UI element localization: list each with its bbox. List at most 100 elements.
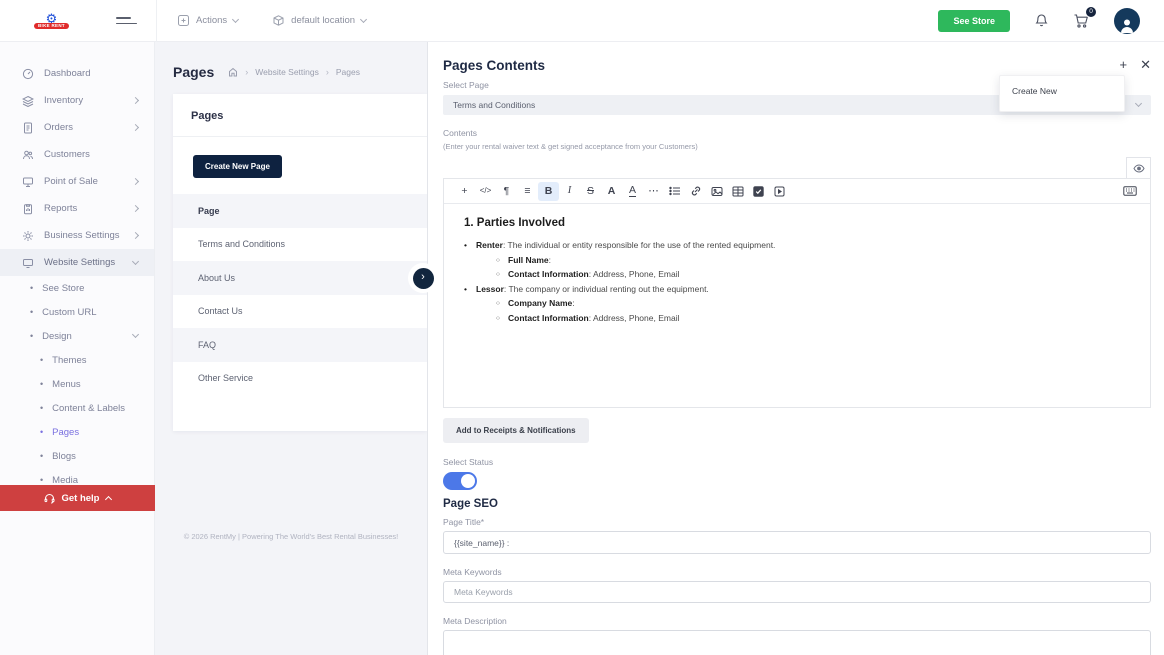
page-title-label: Page Title* bbox=[443, 517, 1151, 527]
chevron-up-icon bbox=[104, 496, 111, 503]
sidebar-item-website-settings[interactable]: Website Settings bbox=[0, 249, 154, 276]
sidebar-item-pages[interactable]: • Pages bbox=[0, 420, 154, 444]
add-to-receipts-button[interactable]: Add to Receipts & Notifications bbox=[443, 418, 589, 443]
align-icon[interactable]: ≡ bbox=[517, 182, 538, 201]
meta-description-label: Meta Description bbox=[443, 616, 1151, 626]
sidebar-item-design[interactable]: • Design bbox=[0, 324, 154, 348]
chevron-right-icon: › bbox=[413, 268, 434, 289]
list-icon[interactable] bbox=[664, 182, 685, 201]
bullet-icon: • bbox=[40, 452, 43, 461]
app-logo[interactable]: ⚙‍ BIKE RENT bbox=[34, 12, 69, 30]
topbar-middle: Actions default location bbox=[157, 14, 366, 27]
home-icon[interactable] bbox=[228, 67, 238, 77]
link-icon[interactable] bbox=[685, 182, 706, 201]
close-icon[interactable]: ✕ bbox=[1140, 58, 1151, 71]
video-embed-icon[interactable] bbox=[769, 182, 790, 201]
image-icon[interactable] bbox=[706, 182, 727, 201]
create-new-popover[interactable]: Create New bbox=[999, 75, 1125, 112]
keyboard-shortcuts-icon[interactable] bbox=[1119, 182, 1140, 201]
toggle-knob bbox=[461, 474, 475, 488]
sidebar-item-orders[interactable]: Orders bbox=[0, 114, 154, 141]
checkbox-icon[interactable] bbox=[748, 182, 769, 201]
headset-icon bbox=[44, 493, 55, 504]
chevron-right-icon bbox=[132, 178, 139, 185]
page-title-input[interactable] bbox=[443, 531, 1151, 554]
sidebar-item-custom-url[interactable]: • Custom URL bbox=[0, 300, 154, 324]
actions-label: Actions bbox=[196, 15, 227, 26]
meta-keywords-input[interactable] bbox=[443, 581, 1151, 603]
user-avatar[interactable] bbox=[1114, 8, 1140, 34]
cart-button[interactable]: 0 bbox=[1073, 13, 1090, 29]
list-item: Full Name: bbox=[496, 253, 1130, 268]
table-row-about-us[interactable]: About Us bbox=[173, 261, 427, 295]
topbar-right: See Store 0 bbox=[938, 8, 1164, 34]
sidebar-item-themes[interactable]: • Themes bbox=[0, 348, 154, 372]
chevron-right-icon bbox=[132, 232, 139, 239]
location-label: default location bbox=[291, 15, 355, 26]
more-options-icon[interactable]: ⋯ bbox=[643, 182, 664, 201]
breadcrumb-item-website-settings[interactable]: Website Settings bbox=[255, 67, 319, 77]
chevron-down-icon bbox=[132, 331, 139, 338]
editor-content[interactable]: 1. Parties Involved Renter: The individu… bbox=[444, 204, 1150, 407]
plus-square-icon bbox=[177, 14, 190, 27]
panel-collapse-button[interactable]: › bbox=[408, 263, 438, 293]
table-row-faq[interactable]: FAQ bbox=[173, 328, 427, 362]
gear-icon bbox=[22, 230, 34, 242]
get-help-button[interactable]: Get help bbox=[0, 485, 155, 511]
location-dropdown[interactable]: default location bbox=[272, 14, 366, 27]
sidebar-item-menus[interactable]: • Menus bbox=[0, 372, 154, 396]
insert-plus-icon[interactable]: + bbox=[454, 182, 475, 201]
pages-card: Pages Create New Page Page Terms and Con… bbox=[173, 94, 427, 431]
code-view-icon[interactable]: </> bbox=[475, 182, 496, 201]
topbar: ⚙‍ BIKE RENT Actions default location bbox=[0, 0, 1164, 42]
sidebar-item-dashboard[interactable]: Dashboard bbox=[0, 60, 154, 87]
bold-icon[interactable]: B bbox=[538, 182, 559, 201]
sidebar-item-point-of-sale[interactable]: Point of Sale bbox=[0, 168, 154, 195]
sidebar-item-reports[interactable]: Reports bbox=[0, 195, 154, 222]
rentmy-admin-app: ⚙‍ BIKE RENT Actions default location bbox=[0, 0, 1164, 655]
paragraph-icon[interactable]: ¶ bbox=[496, 182, 517, 201]
sidebar-item-see-store[interactable]: • See Store bbox=[0, 276, 154, 300]
bullet-icon: • bbox=[40, 428, 43, 437]
breadcrumb-separator: › bbox=[245, 67, 248, 77]
table-icon[interactable] bbox=[727, 182, 748, 201]
sidebar: Dashboard Inventory Orders Customers Poi… bbox=[0, 42, 155, 655]
actions-dropdown[interactable]: Actions bbox=[177, 14, 238, 27]
underline-icon[interactable]: A bbox=[622, 182, 643, 201]
notifications-button[interactable] bbox=[1034, 13, 1049, 28]
meta-description-textarea[interactable] bbox=[443, 630, 1151, 655]
sidebar-item-customers[interactable]: Customers bbox=[0, 141, 154, 168]
chevron-right-icon bbox=[132, 124, 139, 131]
topbar-left: ⚙‍ BIKE RENT bbox=[0, 0, 157, 42]
table-row-other-service[interactable]: Other Service bbox=[173, 362, 427, 396]
table-row-page-header[interactable]: Page bbox=[173, 194, 427, 228]
sidebar-item-content-labels[interactable]: • Content & Labels bbox=[0, 396, 154, 420]
status-toggle[interactable] bbox=[443, 472, 477, 490]
menu-toggle-icon[interactable] bbox=[116, 13, 138, 28]
pos-terminal-icon bbox=[22, 176, 34, 188]
sidebar-item-inventory[interactable]: Inventory bbox=[0, 87, 154, 114]
bullet-icon: • bbox=[30, 332, 33, 341]
preview-button[interactable] bbox=[1126, 157, 1151, 178]
create-new-page-button[interactable]: Create New Page bbox=[193, 155, 282, 178]
sidebar-item-business-settings[interactable]: Business Settings bbox=[0, 222, 154, 249]
contents-hint: (Enter your rental waiver text & get sig… bbox=[443, 142, 1151, 151]
table-row-terms[interactable]: Terms and Conditions bbox=[173, 228, 427, 262]
table-row-contact-us[interactable]: Contact Us bbox=[173, 295, 427, 329]
meta-keywords-label: Meta Keywords bbox=[443, 567, 1151, 577]
sidebar-item-blogs[interactable]: • Blogs bbox=[0, 444, 154, 468]
strikethrough-icon[interactable]: S bbox=[580, 182, 601, 201]
editor-toolbar: + </> ¶ ≡ B I S A A ⋯ bbox=[444, 179, 1150, 204]
breadcrumb: › Website Settings › Pages bbox=[228, 67, 360, 77]
font-style-icon[interactable]: A bbox=[601, 182, 622, 201]
logo-badge: BIKE RENT bbox=[34, 23, 69, 30]
contents-label: Contents bbox=[443, 128, 1151, 138]
list-item: Lessor: The company or individual rentin… bbox=[464, 282, 1130, 326]
italic-icon[interactable]: I bbox=[559, 182, 580, 201]
list-item: Contact Information: Address, Phone, Ema… bbox=[496, 311, 1130, 326]
monitor-icon bbox=[22, 257, 34, 269]
see-store-button[interactable]: See Store bbox=[938, 10, 1010, 32]
chevron-right-icon bbox=[132, 205, 139, 212]
cart-count-badge: 0 bbox=[1085, 6, 1097, 18]
add-page-icon[interactable]: + bbox=[1120, 58, 1128, 71]
